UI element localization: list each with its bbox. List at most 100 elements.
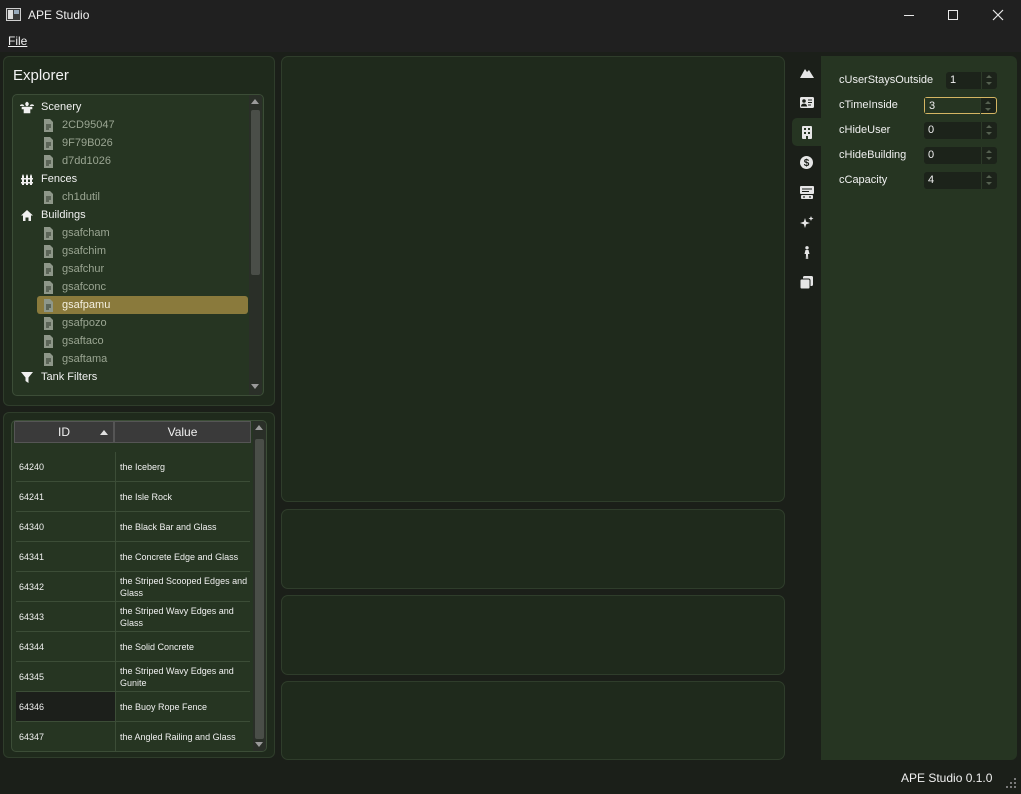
cell-value: the Striped Scooped Edges and Glass	[115, 572, 250, 601]
tree-item[interactable]: gsaftaco	[37, 332, 248, 350]
home-icon	[19, 209, 35, 222]
tree-label: d7dd1026	[62, 155, 111, 167]
table-row[interactable]: 64240 the Iceberg	[16, 452, 250, 482]
tree-item[interactable]: gsafpozo	[37, 314, 248, 332]
tree-label: gsafconc	[62, 281, 107, 293]
spinner-arrows-icon[interactable]	[981, 122, 997, 139]
minimize-button[interactable]	[886, 0, 932, 30]
scroll-thumb[interactable]	[255, 439, 264, 739]
table-row[interactable]: 64343 the Striped Wavy Edges and Glass	[16, 602, 250, 632]
tree-item[interactable]: gsafchim	[37, 242, 248, 260]
property-label: cCapacity	[839, 174, 888, 186]
property-spinbox[interactable]: 0	[924, 147, 997, 164]
sparkles-icon	[799, 215, 814, 229]
properties-panel: cUserStaysOutside 1 cTimeInside 3 cHideUser 0…	[821, 56, 1017, 760]
string-table: ID Value 64240 the Iceberg 64241 the Isle R…	[11, 420, 267, 752]
property-spinbox[interactable]: 1	[946, 72, 997, 89]
table-row[interactable]: 64341 the Concrete Edge and Glass	[16, 542, 250, 572]
file-icon	[41, 352, 55, 366]
tab-layers[interactable]	[792, 268, 821, 296]
scroll-thumb[interactable]	[251, 110, 260, 275]
tab-building[interactable]	[792, 118, 821, 146]
svg-text:$: $	[804, 158, 810, 169]
file-icon	[41, 280, 55, 294]
spinner-arrows-icon[interactable]	[981, 172, 997, 189]
tree-category[interactable]: Scenery	[19, 98, 245, 116]
tree-item[interactable]: 9F79B026	[37, 134, 248, 152]
tree-item[interactable]: gsafconc	[37, 278, 248, 296]
cell-id: 64341	[19, 551, 45, 562]
property-spinbox[interactable]: 4	[924, 172, 997, 189]
detail-panel-2	[281, 595, 785, 675]
tree-item[interactable]: gsafpamu	[37, 296, 248, 314]
tree-scrollbar[interactable]	[249, 95, 262, 395]
preview-panel	[281, 56, 785, 502]
property-spinbox[interactable]: 3	[924, 97, 997, 115]
title-bar: APE Studio	[0, 0, 1021, 30]
resize-grip-icon[interactable]	[1005, 778, 1017, 790]
tab-id-card[interactable]	[792, 88, 821, 116]
menu-file[interactable]: File	[8, 34, 27, 48]
file-icon	[41, 262, 55, 276]
property-value: 0	[928, 149, 935, 161]
cell-value: the Black Bar and Glass	[115, 512, 250, 541]
property-label: cTimeInside	[839, 99, 898, 111]
table-row[interactable]: 64241 the Isle Rock	[16, 482, 250, 512]
cell-value: the Angled Railing and Glass	[115, 722, 250, 751]
tree-label: gsaftaco	[62, 335, 104, 347]
detail-panel-1	[281, 509, 785, 589]
cell-id: 64240	[19, 461, 45, 472]
close-icon	[992, 9, 1004, 21]
tab-person[interactable]	[792, 238, 821, 266]
table-row[interactable]: 64344 the Solid Concrete	[16, 632, 250, 662]
explorer-tree: Scenery 2CD95047 9F79B026 d7dd1026 Fences ch1…	[12, 94, 264, 396]
window-title: APE Studio	[28, 8, 90, 22]
tree-item[interactable]: ch1dutil	[37, 188, 248, 206]
column-header-value[interactable]: Value	[114, 421, 251, 443]
tab-sparkles[interactable]	[792, 208, 821, 236]
tab-mountain[interactable]	[792, 58, 821, 86]
menu-bar: File	[0, 30, 1021, 52]
property-value: 1	[950, 74, 957, 86]
tree-category[interactable]: Buildings	[19, 206, 245, 224]
tree-label: Tank Filters	[41, 371, 98, 383]
tree-label: gsafpamu	[62, 299, 111, 311]
table-row[interactable]: 64346 the Buoy Rope Fence	[16, 692, 250, 722]
tree-item[interactable]: d7dd1026	[37, 152, 248, 170]
tree-category[interactable]: Fences	[19, 170, 245, 188]
tree-label: Scenery	[41, 101, 82, 113]
file-icon	[41, 244, 55, 258]
tree-item[interactable]: gsafcham	[37, 224, 248, 242]
tab-dollar[interactable]: $	[792, 148, 821, 176]
tree-label: gsafpozo	[62, 317, 107, 329]
cell-id: 64345	[19, 671, 45, 682]
explorer-title: Explorer	[13, 67, 69, 84]
tree-item[interactable]: gsaftama	[37, 350, 248, 368]
scroll-down-icon[interactable]	[255, 742, 263, 747]
scroll-up-icon[interactable]	[255, 425, 263, 430]
column-header-id[interactable]: ID	[14, 421, 114, 443]
spinner-arrows-icon[interactable]	[981, 147, 997, 164]
tab-sign[interactable]	[792, 178, 821, 206]
table-scrollbar[interactable]	[253, 421, 266, 751]
property-spinbox[interactable]: 0	[924, 122, 997, 139]
cell-value: the Buoy Rope Fence	[115, 692, 250, 721]
tree-category[interactable]: Tank Filters	[19, 368, 245, 386]
fountain-icon	[19, 101, 35, 114]
scroll-up-icon[interactable]	[251, 99, 259, 104]
scroll-down-icon[interactable]	[251, 384, 259, 389]
tree-item[interactable]: gsafchur	[37, 260, 248, 278]
table-row[interactable]: 64342 the Striped Scooped Edges and Glass	[16, 572, 250, 602]
spinner-arrows-icon[interactable]	[980, 98, 996, 115]
tree-label: 2CD95047	[62, 119, 115, 131]
table-row[interactable]: 64345 the Striped Wavy Edges and Gunite	[16, 662, 250, 692]
file-icon	[41, 190, 55, 204]
property-value: 4	[928, 174, 935, 186]
close-button[interactable]	[975, 0, 1021, 30]
maximize-button[interactable]	[930, 0, 976, 30]
table-row[interactable]: 64340 the Black Bar and Glass	[16, 512, 250, 542]
table-row[interactable]: 64347 the Angled Railing and Glass	[16, 722, 250, 751]
spinner-arrows-icon[interactable]	[981, 72, 997, 89]
layers-icon	[800, 275, 813, 289]
tree-item[interactable]: 2CD95047	[37, 116, 248, 134]
